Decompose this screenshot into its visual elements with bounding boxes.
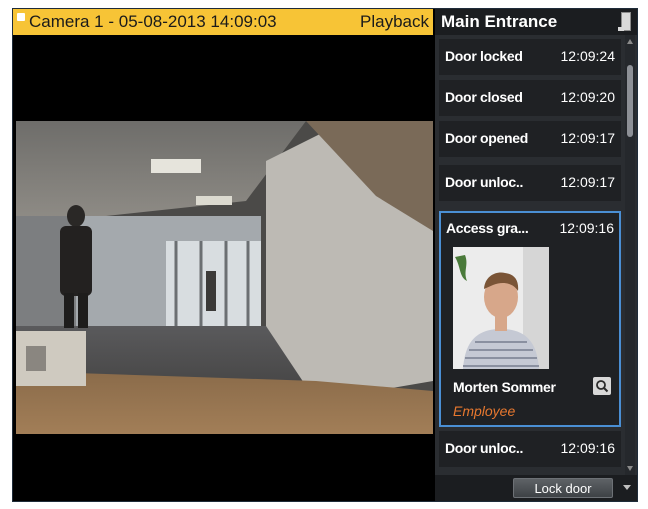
event-time: 12:09:17 bbox=[560, 174, 616, 190]
event-name: Door unloc.. bbox=[445, 174, 524, 190]
event-name: Door unloc.. bbox=[445, 440, 524, 456]
video-frame bbox=[16, 121, 433, 434]
event-time: 12:09:17 bbox=[560, 130, 616, 146]
person-role: Employee bbox=[453, 403, 516, 419]
event-time: 12:09:20 bbox=[560, 89, 616, 105]
event-time: 12:09:16 bbox=[559, 220, 615, 236]
person-name: Morten Sommer bbox=[453, 379, 556, 395]
event-list: Door locked 12:09:24 Door closed 12:09:2… bbox=[435, 35, 625, 475]
person-portrait bbox=[453, 247, 549, 369]
events-footer: Lock door bbox=[435, 475, 637, 501]
device-icon[interactable] bbox=[618, 12, 631, 31]
event-time: 12:09:16 bbox=[560, 440, 616, 456]
door-name-title: Main Entrance bbox=[441, 12, 558, 31]
scroll-down-icon[interactable] bbox=[627, 466, 633, 471]
playback-mode-label[interactable]: Playback bbox=[360, 9, 429, 35]
event-list-scrollbar[interactable] bbox=[625, 35, 635, 475]
event-name: Door closed bbox=[445, 89, 523, 105]
event-row[interactable]: Door unloc.. 12:09:17 bbox=[439, 165, 621, 201]
camera-video-view[interactable] bbox=[16, 121, 433, 434]
access-control-window: Camera 1 - 05-08-2013 14:09:03 Playback bbox=[12, 8, 638, 502]
event-name: Access gra... bbox=[446, 220, 529, 236]
event-row[interactable]: Door locked 12:09:24 bbox=[439, 39, 621, 75]
lock-door-button[interactable]: Lock door bbox=[513, 478, 613, 498]
magnifier-glyph bbox=[596, 380, 609, 393]
scroll-thumb[interactable] bbox=[627, 65, 633, 137]
event-name: Door opened bbox=[445, 130, 529, 146]
event-time: 12:09:24 bbox=[560, 48, 616, 64]
events-panel: Main Entrance Door locked 12:09:24 Door … bbox=[435, 9, 637, 501]
camera-header: Camera 1 - 05-08-2013 14:09:03 Playback bbox=[13, 9, 433, 35]
event-row[interactable]: Door closed 12:09:20 bbox=[439, 80, 621, 116]
event-row[interactable]: Door unloc.. 12:09:16 bbox=[439, 431, 621, 467]
search-icon[interactable] bbox=[593, 377, 611, 395]
selected-event-card[interactable]: Access gra... 12:09:16 Morten Sommer Emp… bbox=[439, 211, 621, 427]
event-row[interactable]: Door opened 12:09:17 bbox=[439, 121, 621, 157]
person-photo bbox=[453, 247, 549, 369]
event-name: Door locked bbox=[445, 48, 523, 64]
chevron-down-icon[interactable] bbox=[623, 485, 631, 490]
events-header: Main Entrance bbox=[435, 9, 637, 35]
camera-title: Camera 1 - 05-08-2013 14:09:03 bbox=[29, 12, 277, 31]
scroll-up-icon[interactable] bbox=[627, 39, 633, 44]
camera-flag-icon bbox=[17, 13, 25, 21]
